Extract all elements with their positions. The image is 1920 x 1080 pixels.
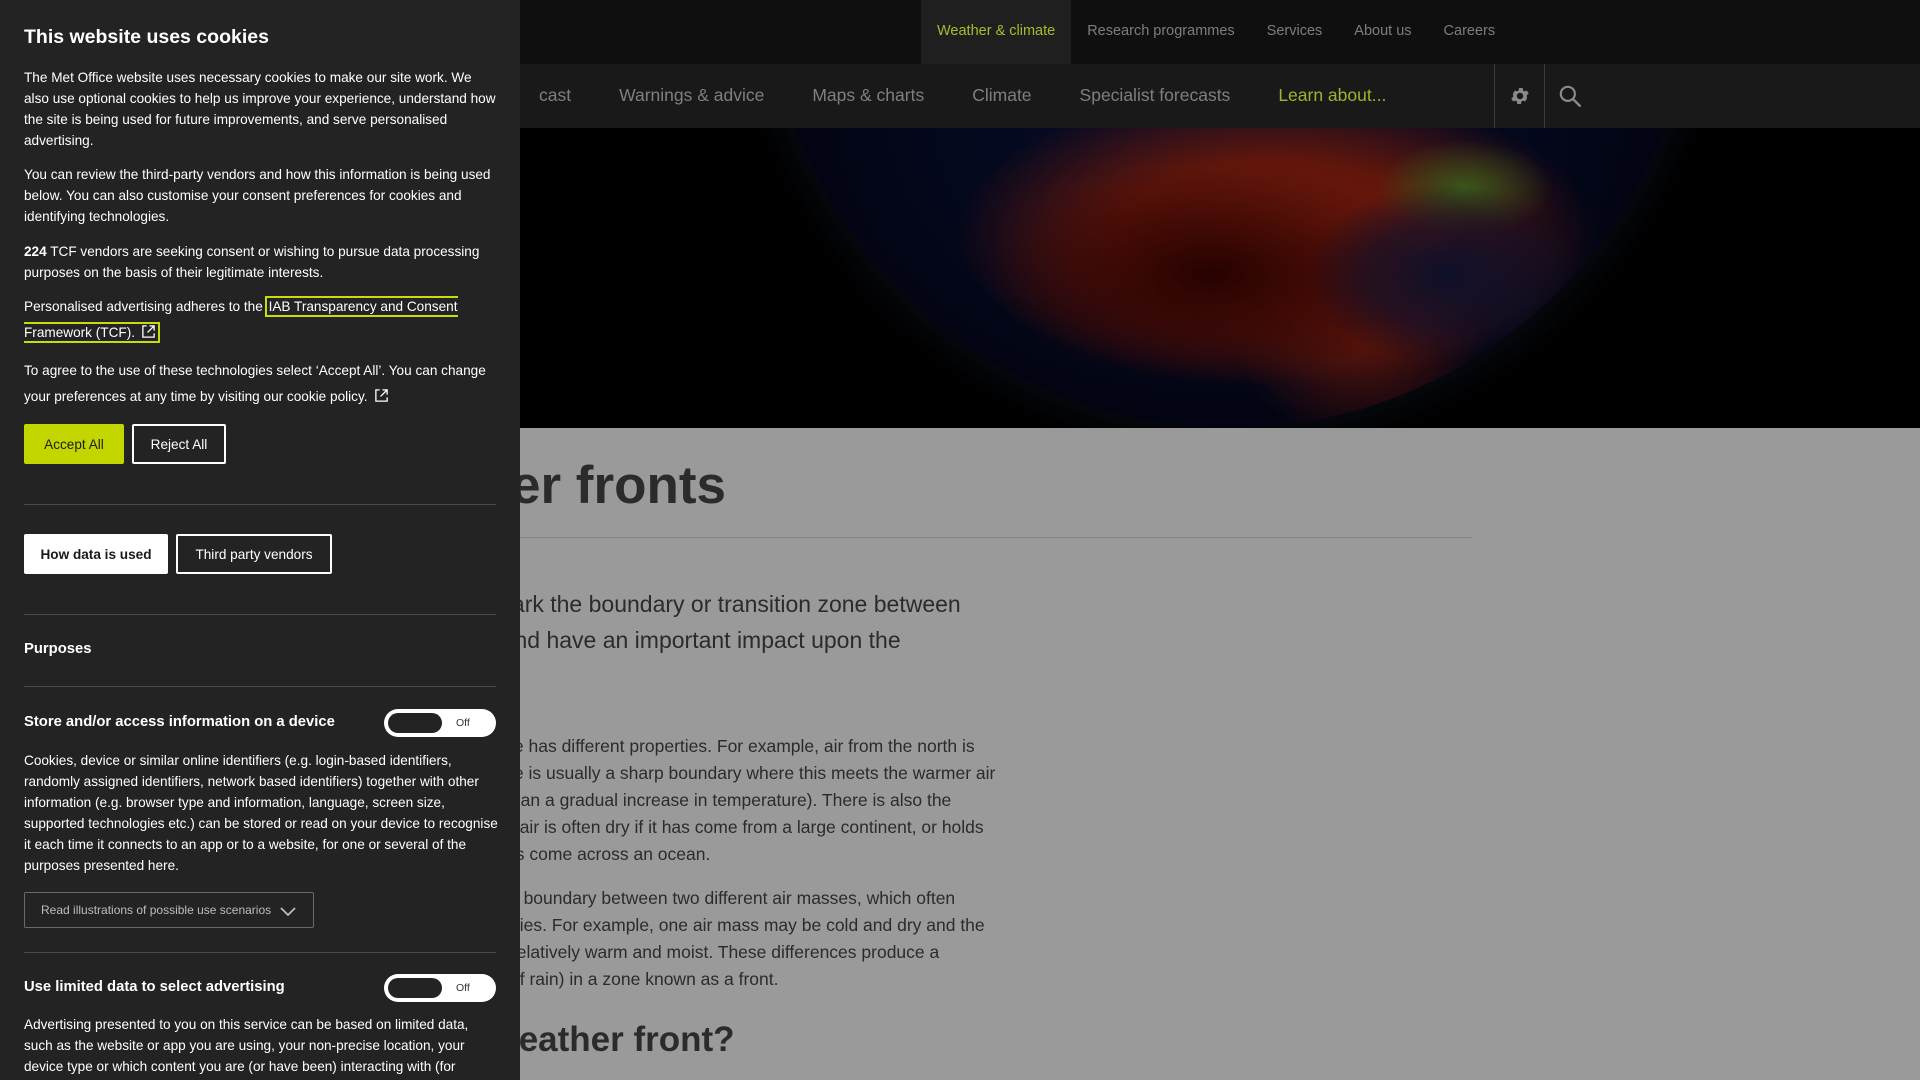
cookie-intro-text: The Met Office website uses necessary co… — [24, 70, 496, 148]
divider — [24, 686, 496, 687]
divider — [24, 504, 496, 505]
purpose-limited-ads-description: Advertising presented to you on this ser… — [24, 1017, 469, 1074]
mainnav-climate[interactable]: Climate — [948, 64, 1055, 128]
cookie-agree-text: To agree to the use of these technologie… — [24, 363, 486, 404]
topnav-weather-climate[interactable]: Weather & climate — [921, 0, 1072, 64]
topnav-research-programmes[interactable]: Research programmes — [1071, 0, 1250, 64]
external-link-icon — [142, 325, 155, 338]
chevron-down-icon — [280, 907, 296, 917]
cookie-review-text: You can review the third-party vendors a… — [24, 167, 491, 224]
divider — [24, 952, 496, 953]
iab-text: Personalised advertising adheres to the … — [24, 299, 458, 340]
topnav-about-us[interactable]: About us — [1338, 0, 1427, 64]
purpose-limited-ads-toggle[interactable]: Off — [384, 974, 496, 1002]
cookie-consent-panel: This website uses cookies The Met Office… — [0, 0, 520, 1080]
topnav-careers[interactable]: Careers — [1428, 0, 1512, 64]
purpose-limited-ads-title: Use limited data to select advertising — [24, 979, 285, 995]
title-divider — [402, 537, 1472, 538]
search-icon — [1559, 85, 1581, 107]
purpose-store-access-toggle[interactable]: Off — [384, 709, 496, 737]
purpose-store-access-description: Cookies, device or similar online identi… — [24, 753, 498, 873]
settings-button[interactable] — [1494, 64, 1545, 128]
vendor-count-text: 224 TCF vendors are seeking consent or w… — [24, 244, 480, 280]
cookie-panel-title: This website uses cookies — [24, 26, 269, 48]
reject-all-button[interactable]: Reject All — [132, 424, 226, 464]
accept-all-button[interactable]: Accept All — [24, 424, 124, 464]
mainnav-learn-about[interactable]: Learn about... — [1254, 64, 1410, 128]
mainnav-specialist-forecasts[interactable]: Specialist forecasts — [1056, 64, 1255, 128]
tab-how-data-is-used[interactable]: How data is used — [24, 534, 168, 574]
mainnav-warnings-advice[interactable]: Warnings & advice — [595, 64, 788, 128]
mainnav-maps-charts[interactable]: Maps & charts — [788, 64, 948, 128]
external-link-icon[interactable] — [374, 388, 389, 403]
purpose-store-access-title: Store and/or access information on a dev… — [24, 714, 335, 730]
mainnav-forecast[interactable]: cast — [515, 64, 595, 128]
tab-third-party-vendors[interactable]: Third party vendors — [176, 534, 332, 574]
divider — [24, 614, 496, 615]
main-nav: cast Warnings & advice Maps & charts Cli… — [515, 64, 1410, 128]
use-scenarios-disclosure[interactable]: Read illustrations of possible use scena… — [24, 892, 314, 928]
purposes-heading: Purposes — [24, 641, 92, 657]
top-utility-nav: Weather & climate Research programmes Se… — [921, 0, 1511, 64]
search-button[interactable] — [1544, 64, 1595, 128]
topnav-services[interactable]: Services — [1251, 0, 1339, 64]
gear-icon — [1511, 88, 1529, 104]
